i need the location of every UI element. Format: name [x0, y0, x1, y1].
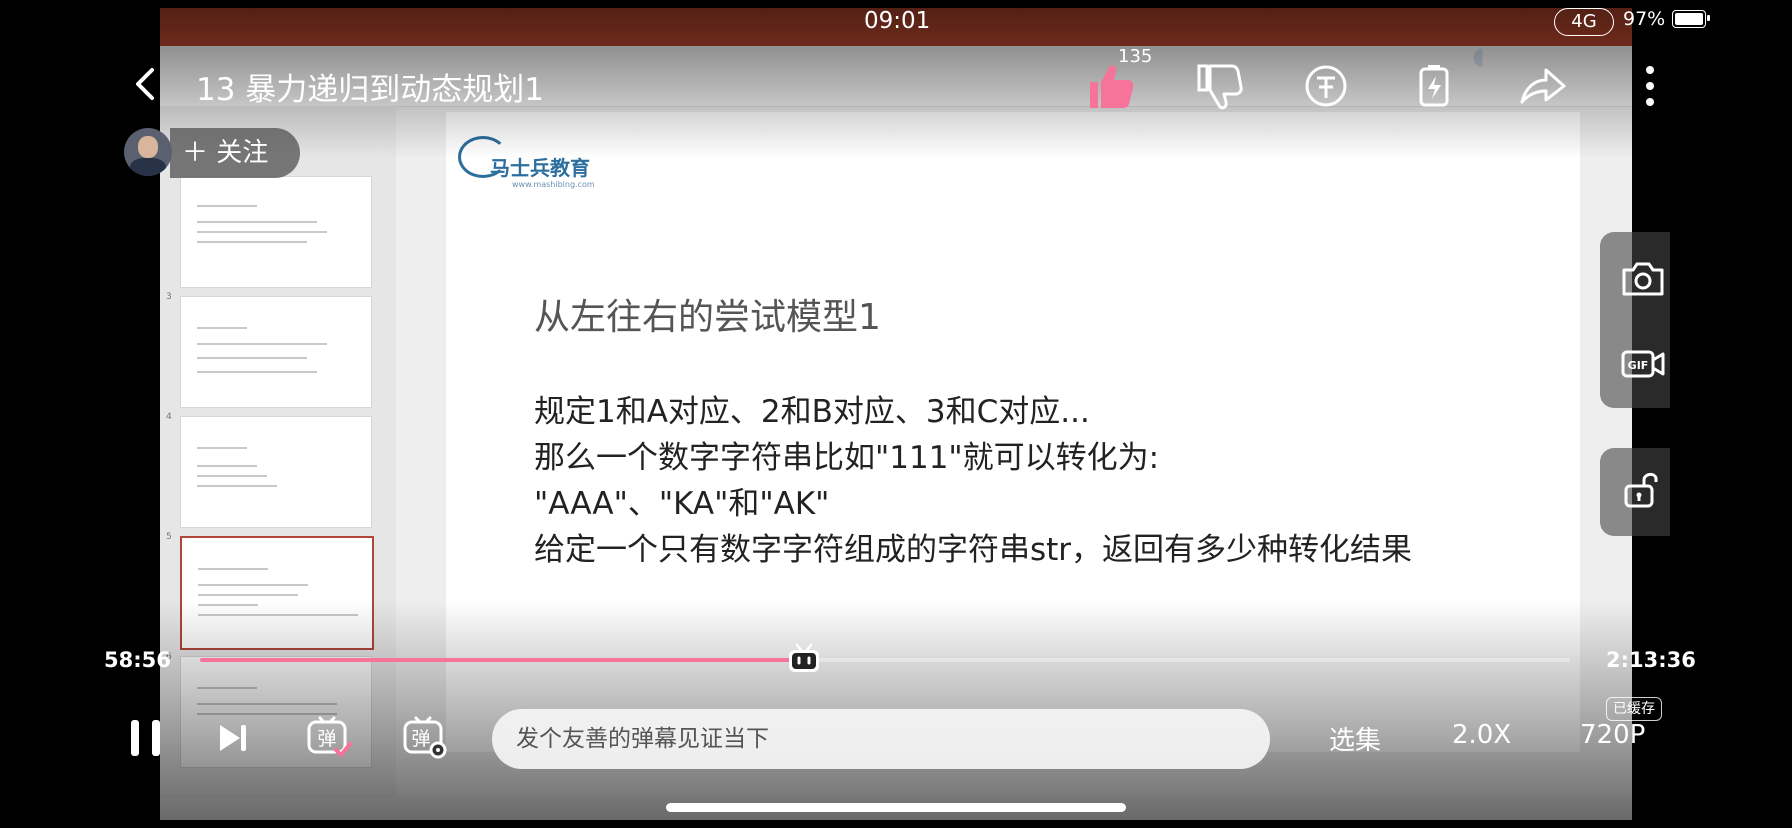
- network-badge: 4G: [1554, 8, 1614, 36]
- video-title: 13 暴力递归到动态规划1: [196, 72, 545, 108]
- danmaku-settings-icon[interactable]: 弹: [402, 716, 448, 760]
- battery-percent: 97%: [1623, 8, 1666, 30]
- slide-title: 从左往右的尝试模型1: [534, 297, 881, 338]
- episodes-button[interactable]: 选集: [1329, 720, 1381, 757]
- progress-thumb-tv-icon[interactable]: [787, 642, 821, 674]
- danmaku-settings-glyph: 弹: [411, 728, 430, 750]
- speed-button[interactable]: 2.0X: [1452, 720, 1511, 750]
- danmaku-input[interactable]: 发个友善的弹幕见证当下: [492, 709, 1270, 769]
- home-indicator[interactable]: [666, 803, 1126, 812]
- like-thumbs-up-icon[interactable]: [1082, 60, 1138, 112]
- like-count: 135: [1118, 46, 1153, 67]
- slide-thumbnail: [180, 176, 372, 288]
- quality-button[interactable]: 720P: [1580, 720, 1645, 750]
- status-time: 09:01: [864, 8, 931, 34]
- total-time: 2:13:36: [1606, 648, 1696, 672]
- more-options-icon[interactable]: [1620, 60, 1676, 112]
- slide-line: 那么一个数字字符串比如"111"就可以转化为:: [534, 440, 1160, 476]
- share-arrow-icon[interactable]: [1514, 60, 1570, 112]
- screenshot-camera-icon[interactable]: [1620, 258, 1666, 298]
- follow-button[interactable]: ＋ 关注: [170, 128, 300, 178]
- slide-thumbnail: [180, 416, 372, 528]
- dislike-thumbs-down-icon[interactable]: [1190, 60, 1246, 112]
- screen-lock-unlocked-icon[interactable]: [1620, 470, 1666, 510]
- svg-text:GIF: GIF: [1628, 359, 1649, 372]
- slide-line: 规定1和A对应、2和B对应、3和C对应...: [534, 394, 1090, 430]
- coin-icon[interactable]: [1298, 60, 1354, 112]
- current-time: 58:56: [104, 648, 171, 672]
- cached-badge: 已缓存: [1606, 697, 1662, 721]
- back-arrow-icon[interactable]: [128, 64, 164, 104]
- progress-played: [200, 658, 804, 662]
- danmaku-toggle-on-icon[interactable]: 弹: [306, 716, 352, 760]
- slide-line: "AAA"、"KA"和"AK": [534, 486, 830, 522]
- slide-thumbnail: [180, 296, 372, 408]
- uploader-avatar[interactable]: [124, 128, 172, 176]
- gif-record-icon[interactable]: GIF: [1620, 344, 1666, 384]
- slide-line: 给定一个只有数字字符组成的字符串str，返回有多少种转化结果: [534, 532, 1413, 568]
- charge-battery-icon[interactable]: [1406, 60, 1462, 112]
- next-episode-icon[interactable]: [216, 722, 250, 754]
- battery-icon: [1672, 10, 1706, 28]
- slide-logo-url: www.mashibing.com: [512, 180, 595, 189]
- danmaku-glyph: 弹: [317, 728, 336, 750]
- pause-icon[interactable]: [128, 716, 164, 760]
